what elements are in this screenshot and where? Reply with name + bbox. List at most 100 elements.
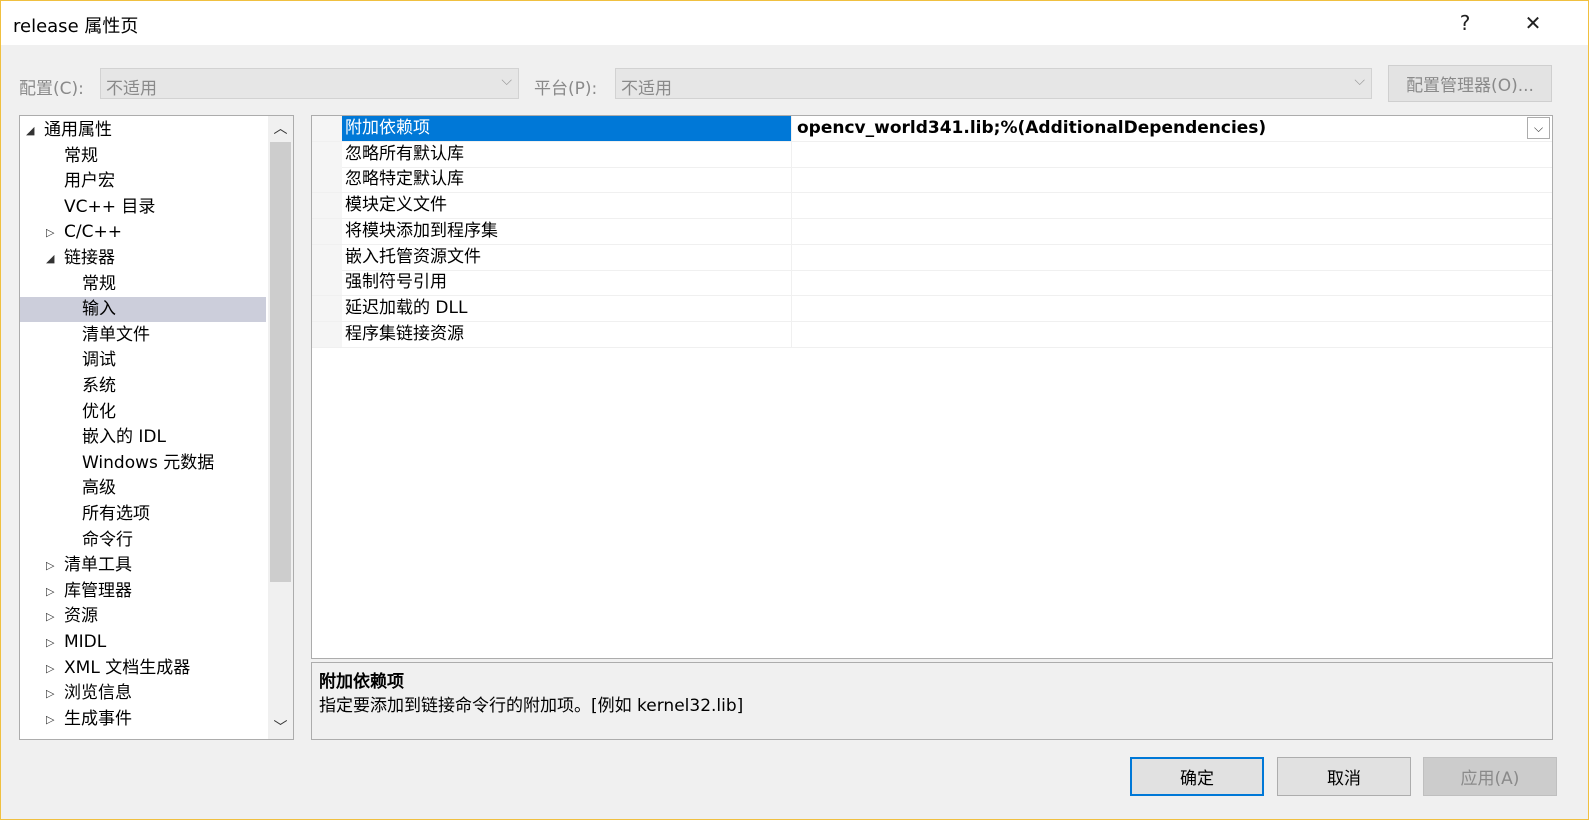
property-row[interactable]: 将模块添加到程序集 [312, 218, 1552, 245]
tree-item-label: 优化 [82, 401, 116, 422]
help-icon[interactable]: ? [1447, 7, 1483, 39]
window-title: release 属性页 [13, 16, 139, 37]
tree-item-label: 用户宏 [64, 171, 115, 192]
property-pages-dialog: release 属性页 ? ✕ 配置(C): 不适用 ⌵ 平台(P): 不适用 … [0, 0, 1589, 820]
tree-item-label: 库管理器 [64, 580, 132, 601]
tree-item-label: 输入 [82, 299, 116, 320]
apply-button[interactable]: 应用(A) [1423, 757, 1557, 796]
tree-item[interactable]: ▷ 资源 [20, 604, 266, 629]
expand-icon[interactable]: ▷ [46, 630, 60, 655]
row-gutter [312, 193, 342, 219]
tree-item[interactable]: ▷ XML 文档生成器 [20, 656, 266, 681]
property-name[interactable]: 忽略所有默认库 [342, 141, 792, 167]
platform-value: 不适用 [621, 79, 672, 99]
tree-item[interactable]: 命令行 [20, 528, 266, 553]
property-row[interactable]: 忽略特定默认库 [312, 167, 1552, 194]
scroll-up-icon[interactable]: ︿ [268, 116, 293, 140]
expand-icon[interactable]: ▷ [46, 579, 60, 604]
scroll-thumb[interactable] [270, 142, 291, 582]
tree-item[interactable]: 清单文件 [20, 323, 266, 348]
tree-item[interactable]: ▷ 生成事件 [20, 707, 266, 732]
property-row[interactable]: 模块定义文件 [312, 193, 1552, 220]
property-row[interactable]: 嵌入托管资源文件 [312, 244, 1552, 271]
tree-item[interactable]: ◢ 链接器 [20, 246, 266, 271]
tree-item-label: VC++ 目录 [64, 196, 156, 217]
property-name[interactable]: 强制符号引用 [342, 270, 792, 296]
property-name[interactable]: 附加依赖项 [342, 116, 792, 141]
row-gutter [312, 167, 342, 193]
property-value[interactable] [793, 167, 1528, 192]
property-value[interactable] [793, 245, 1528, 270]
tree-item[interactable]: 用户宏 [20, 169, 266, 194]
tree-item[interactable]: ◢ 通用属性 [20, 118, 266, 143]
expand-icon[interactable]: ▷ [46, 220, 60, 245]
tree-item[interactable]: ▷ MIDL [20, 630, 266, 655]
property-name[interactable]: 模块定义文件 [342, 193, 792, 219]
property-value[interactable] [793, 193, 1528, 218]
tree-item[interactable]: ▷ C/C++ [20, 220, 266, 245]
tree-scrollbar[interactable]: ︿ ﹀ [268, 116, 293, 739]
tree-item-label: 常规 [82, 273, 116, 294]
row-gutter [312, 218, 342, 244]
property-row[interactable]: 强制符号引用 [312, 270, 1552, 297]
expand-icon[interactable]: ▷ [46, 553, 60, 578]
expand-icon[interactable]: ▷ [46, 604, 60, 629]
expand-icon[interactable]: ▷ [46, 656, 60, 681]
collapse-icon[interactable]: ◢ [46, 246, 60, 271]
tree-item[interactable]: Windows 元数据 [20, 451, 266, 476]
ok-button[interactable]: 确定 [1130, 757, 1264, 796]
property-name[interactable]: 嵌入托管资源文件 [342, 244, 792, 270]
property-name[interactable]: 程序集链接资源 [342, 321, 792, 347]
tree-item-label: C/C++ [64, 222, 122, 243]
row-gutter [312, 141, 342, 167]
expand-icon[interactable]: ▷ [46, 707, 60, 732]
collapse-icon[interactable]: ◢ [26, 118, 40, 143]
tree-item[interactable]: VC++ 目录 [20, 195, 266, 220]
platform-combo[interactable]: 不适用 ⌵ [615, 68, 1372, 99]
tree-item[interactable]: 嵌入的 IDL [20, 425, 266, 450]
scroll-down-icon[interactable]: ﹀ [268, 715, 293, 739]
config-combo[interactable]: 不适用 ⌵ [100, 68, 519, 99]
description-panel: 附加依赖项 指定要添加到链接命令行的附加项。[例如 kernel32.lib] [311, 662, 1553, 740]
tree-item-label: 链接器 [64, 248, 115, 268]
config-manager-button[interactable]: 配置管理器(O)... [1388, 65, 1552, 102]
property-name[interactable]: 忽略特定默认库 [342, 167, 792, 193]
property-row[interactable]: 附加依赖项 opencv_world341.lib;%(AdditionalDep… [312, 116, 1552, 142]
property-row[interactable]: 忽略所有默认库 [312, 141, 1552, 168]
tree-item[interactable]: 调试 [20, 348, 266, 373]
tree-item[interactable]: 常规 [20, 272, 266, 297]
row-gutter [312, 244, 342, 270]
property-row[interactable]: 延迟加载的 DLL [312, 295, 1552, 322]
value-dropdown-icon[interactable]: ⌵ [1527, 117, 1550, 139]
chevron-down-icon: ⌵ [1354, 73, 1365, 89]
tree-item[interactable]: 常规 [20, 144, 266, 169]
property-value[interactable] [793, 296, 1528, 321]
property-name[interactable]: 将模块添加到程序集 [342, 218, 792, 244]
description-title: 附加依赖项 [319, 672, 404, 692]
property-value[interactable] [793, 219, 1528, 244]
tree-item[interactable]: ▷ 库管理器 [20, 579, 266, 604]
property-row[interactable]: 程序集链接资源 [312, 321, 1552, 348]
tree-item[interactable]: 优化 [20, 400, 266, 425]
property-value[interactable] [793, 322, 1528, 347]
tree-item[interactable]: 系统 [20, 374, 266, 399]
row-gutter [312, 116, 342, 141]
property-value[interactable] [793, 142, 1528, 167]
category-tree: ◢ 通用属性 常规 用户宏 VC++ 目录 ▷ C/C++ ◢ 链接器 常规 输入 清单文件 调试 系统优… [19, 115, 294, 740]
cancel-button[interactable]: 取消 [1277, 757, 1411, 796]
tree-item-label: 浏览信息 [64, 683, 132, 704]
tree-item[interactable]: ▷ 浏览信息 [20, 681, 266, 706]
expand-icon[interactable]: ▷ [46, 681, 60, 706]
tree-item-label: 系统 [82, 376, 116, 396]
tree-item[interactable]: 输入 [20, 297, 266, 323]
tree-item[interactable]: 高级 [20, 476, 266, 501]
property-value[interactable] [793, 270, 1528, 295]
tree-item-label: 清单文件 [82, 324, 150, 345]
tree-item-label: 高级 [82, 478, 116, 499]
property-name[interactable]: 延迟加载的 DLL [342, 295, 792, 321]
property-value[interactable]: opencv_world341.lib;%(AdditionalDependen… [793, 116, 1528, 141]
tree-item[interactable]: 所有选项 [20, 502, 266, 527]
tree-item[interactable]: ▷ 清单工具 [20, 553, 266, 578]
tree-item-label: 生成事件 [64, 708, 132, 729]
close-icon[interactable]: ✕ [1515, 7, 1551, 39]
